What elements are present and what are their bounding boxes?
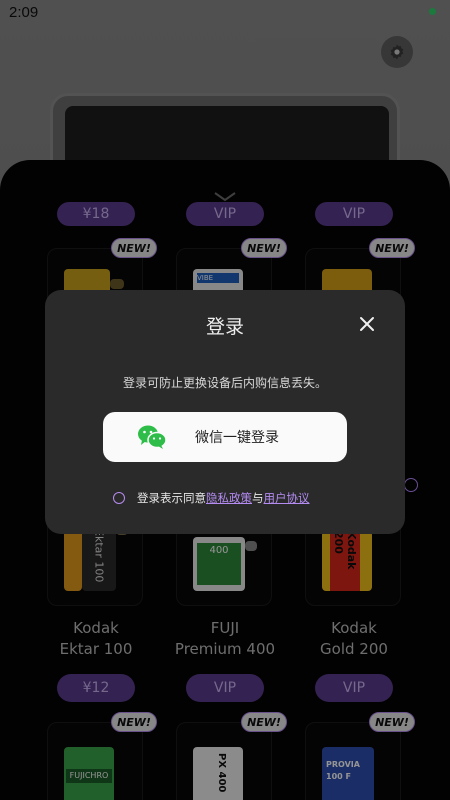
wechat-login-label: 微信一键登录 [195,430,279,446]
dialog-description: 登录可防止更换设备后内购信息丢失。 [122,376,327,390]
app-screen: 2:09 ¥18 VIP VIP NEW! VIBE NEW! NEW! Ekt… [0,0,450,800]
login-dialog: 登录 登录可防止更换设备后内购信息丢失。 微信一键登录 登录表示同意隐私政策与用… [45,290,405,534]
agreement-prefix: 登录表示同意 [137,491,206,505]
agreement-and: 与 [252,491,264,505]
privacy-policy-link[interactable]: 隐私政策 [206,491,252,505]
agreement-row: 登录表示同意隐私政策与用户协议 [113,490,310,506]
wechat-icon [138,425,167,449]
close-icon[interactable] [357,314,377,334]
wechat-login-button[interactable]: 微信一键登录 [103,412,347,462]
user-agreement-link[interactable]: 用户协议 [264,491,310,505]
dialog-title: 登录 [205,316,244,338]
background-radio [404,478,418,492]
agree-checkbox[interactable] [113,492,125,504]
agreement-text: 登录表示同意隐私政策与用户协议 [137,490,310,506]
